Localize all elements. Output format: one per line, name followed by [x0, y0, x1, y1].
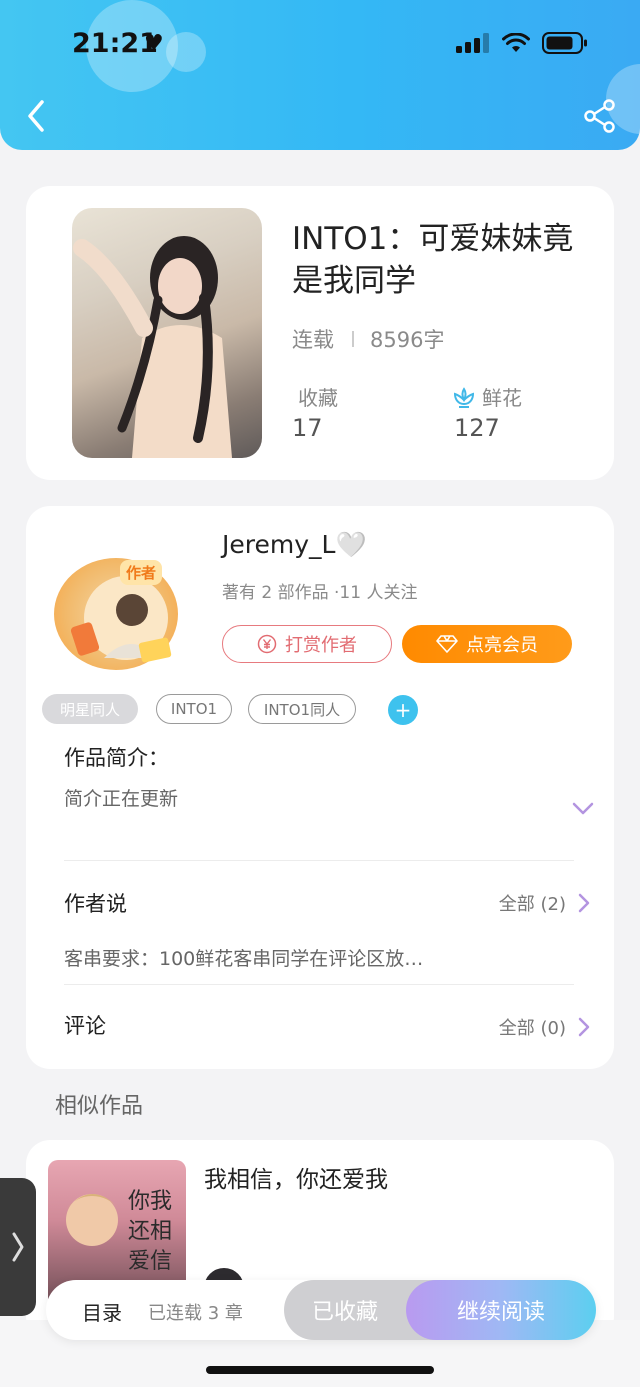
signal-icon: [456, 33, 489, 53]
light-vip-label: 点亮会员: [466, 635, 538, 656]
author-says-title: 作者说: [64, 892, 127, 916]
flower-icon: [453, 386, 475, 408]
heart-icon: ♥: [144, 31, 164, 56]
book-title: INTO1：可爱妹妹竟是我同学: [292, 221, 574, 299]
share-button[interactable]: [582, 98, 618, 134]
author-says-all-link[interactable]: 全部 (2): [499, 890, 590, 916]
book-meta: 连载 8596字: [292, 324, 444, 354]
svg-text:你我: 你我: [128, 1189, 172, 1214]
chevron-right-icon: [12, 1232, 24, 1262]
tag-chip[interactable]: INTO1: [156, 694, 232, 724]
comments-all-label: 全部 (0): [498, 1018, 566, 1039]
comments-all-link[interactable]: 全部 (0): [499, 1014, 590, 1040]
chapter-count: 已连载 3 章: [148, 1303, 243, 1324]
diamond-icon: [436, 635, 458, 653]
author-detail-card: 作者 Jeremy_L🤍 著有 2 部作品 ·11 人关注 打赏作者 点亮会员 …: [26, 506, 614, 1069]
similar-works-header: 相似作品: [55, 1094, 144, 1119]
bottom-action-bar: 目录 已连载 3 章 已收藏 继续阅读: [46, 1280, 596, 1340]
divider: [64, 984, 574, 985]
author-says-all-label: 全部 (2): [498, 894, 566, 915]
cover-illustration: [73, 236, 232, 458]
author-name[interactable]: Jeremy_L🤍: [222, 530, 367, 560]
chevron-right-icon: [578, 893, 590, 913]
meta-divider: [352, 331, 354, 347]
toc-button[interactable]: 目录: [82, 1297, 122, 1326]
author-badge: 作者: [120, 560, 163, 585]
tag-chip[interactable]: 明星同人: [42, 694, 138, 724]
light-vip-button[interactable]: 点亮会员: [402, 625, 572, 663]
expand-chevron-icon[interactable]: [572, 802, 594, 816]
svg-text:还相: 还相: [128, 1219, 172, 1244]
intro-text: 简介正在更新: [64, 788, 179, 810]
serial-status: 连载: [292, 328, 334, 352]
similar-work-title[interactable]: 我相信，你还爱我: [204, 1160, 388, 1194]
status-icons: [456, 32, 588, 54]
intro-title: 作品简介：: [64, 746, 169, 770]
wifi-icon: [502, 33, 530, 52]
favorites-count: 17: [292, 414, 323, 442]
add-tag-button[interactable]: +: [388, 695, 418, 725]
flowers-label: 鲜花: [482, 386, 522, 410]
reward-author-label: 打赏作者: [285, 635, 357, 656]
word-count: 8596字: [370, 328, 445, 352]
author-summary: 著有 2 部作品 ·11 人关注: [222, 583, 418, 603]
chevron-right-icon: [578, 1017, 590, 1037]
divider: [64, 860, 574, 861]
book-info-card: INTO1：可爱妹妹竟是我同学 连载 8596字 收藏 17 鲜花 127: [26, 186, 614, 480]
collected-label: 已收藏: [311, 1300, 378, 1325]
svg-text:爱信: 爱信: [128, 1249, 172, 1274]
reward-author-button[interactable]: 打赏作者: [222, 625, 392, 663]
yen-coin-icon: [257, 634, 277, 654]
home-indicator[interactable]: [206, 1366, 434, 1374]
continue-reading-button[interactable]: 继续阅读: [406, 1280, 596, 1340]
side-drawer-tab[interactable]: [0, 1178, 36, 1316]
book-cover-image[interactable]: [72, 208, 262, 458]
back-button[interactable]: [20, 96, 56, 136]
continue-reading-label: 继续阅读: [456, 1300, 545, 1325]
comments-title: 评论: [64, 1014, 106, 1038]
flowers-count: 127: [454, 414, 500, 442]
top-header: 21:21 ♥: [0, 0, 640, 150]
decor-bubble: [166, 32, 206, 72]
favorites-label: 收藏: [298, 386, 338, 410]
author-says-text[interactable]: 客串要求：100鲜花客串同学在评论区放…: [64, 944, 423, 971]
flowers-stat[interactable]: 鲜花: [452, 382, 522, 411]
tag-chip[interactable]: INTO1同人: [248, 694, 356, 724]
battery-icon: [542, 32, 587, 54]
